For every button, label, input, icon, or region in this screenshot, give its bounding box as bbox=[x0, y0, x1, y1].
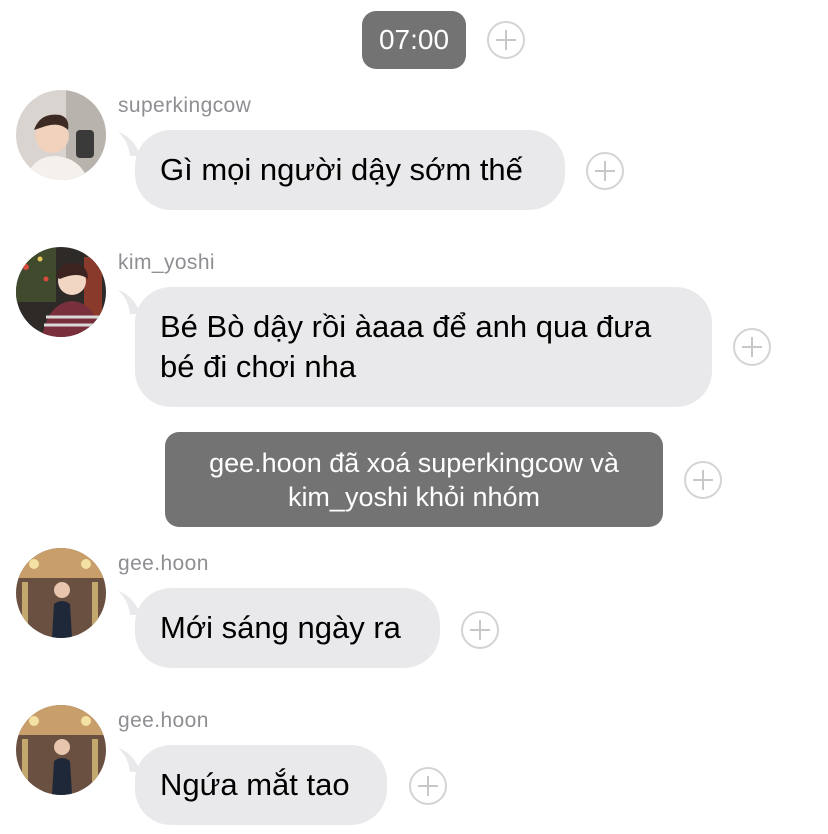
sender-name: superkingcow bbox=[118, 94, 252, 117]
avatar-gee-hoon[interactable] bbox=[16, 705, 106, 795]
add-reaction-plus-icon[interactable] bbox=[586, 152, 624, 190]
sender-name: gee.hoon bbox=[118, 709, 209, 732]
add-reaction-plus-icon[interactable] bbox=[733, 328, 771, 366]
add-reaction-plus-icon[interactable] bbox=[487, 21, 525, 59]
message-bubble[interactable]: Mới sáng ngày ra bbox=[135, 588, 440, 668]
avatar-gee-hoon[interactable] bbox=[16, 548, 106, 638]
system-notice: gee.hoon đã xoá superkingcow và kim_yosh… bbox=[165, 432, 663, 527]
sender-name: kim_yoshi bbox=[118, 251, 215, 274]
message-bubble[interactable]: Bé Bò dậy rồi àaaa để anh qua đưa bé đi … bbox=[135, 287, 712, 407]
avatar-photo-icon bbox=[16, 90, 106, 180]
timestamp-pill: 07:00 bbox=[362, 11, 466, 69]
avatar-photo-icon bbox=[16, 247, 106, 337]
add-reaction-plus-icon[interactable] bbox=[409, 767, 447, 805]
add-reaction-plus-icon[interactable] bbox=[461, 611, 499, 649]
timestamp-text: 07:00 bbox=[378, 24, 450, 55]
avatar-kim-yoshi[interactable] bbox=[16, 247, 106, 337]
avatar-photo-icon bbox=[16, 705, 106, 795]
add-reaction-plus-icon[interactable] bbox=[684, 461, 722, 499]
avatar-superkingcow[interactable] bbox=[16, 90, 106, 180]
sender-name: gee.hoon bbox=[118, 552, 209, 575]
message-bubble[interactable]: Gì mọi người dậy sớm thế bbox=[135, 130, 565, 210]
message-bubble[interactable]: Ngứa mắt tao bbox=[135, 745, 387, 825]
avatar-photo-icon bbox=[16, 548, 106, 638]
